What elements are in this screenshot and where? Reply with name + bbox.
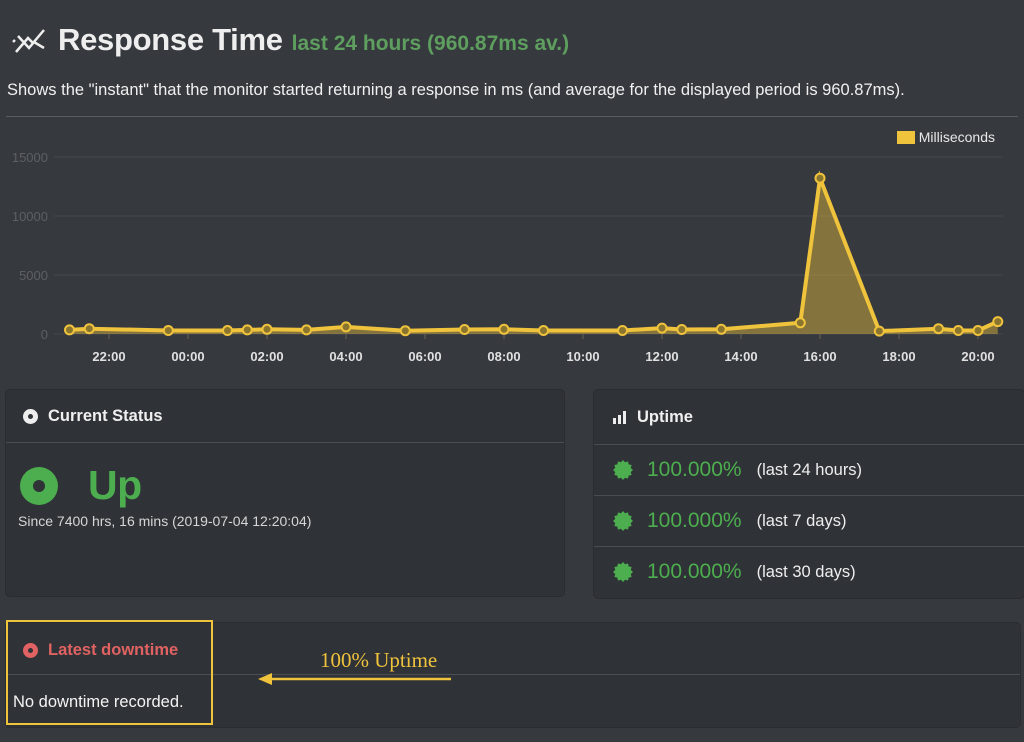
page-header: Response Time last 24 hours (960.87ms av…	[10, 22, 569, 58]
x-tick-label: 22:00	[92, 349, 125, 364]
series-area	[69, 178, 998, 334]
x-tick-label: 16:00	[803, 349, 836, 364]
data-point[interactable]	[992, 316, 1004, 328]
x-tick-label: 14:00	[724, 349, 757, 364]
annotation-highlight-box	[6, 620, 213, 725]
uptime-period: (last 7 days)	[756, 511, 847, 530]
data-point[interactable]	[64, 324, 75, 336]
uptime-row: 100.000% (last 7 days)	[613, 509, 846, 533]
uptime-period: (last 24 hours)	[756, 460, 863, 479]
legend-swatch	[896, 130, 915, 144]
uptime-percent: 100.000%	[647, 509, 742, 532]
data-point[interactable]	[162, 325, 174, 336]
y-tick-label: 0	[41, 327, 48, 342]
status-text: Up	[88, 462, 142, 508]
data-point[interactable]	[715, 323, 727, 335]
certificate-badge-icon	[613, 460, 633, 480]
data-point[interactable]	[814, 172, 826, 184]
current-status-title: Current Status	[48, 407, 163, 425]
bar-chart-icon	[613, 411, 628, 424]
uptime-panel: Uptime 100.000% (last 24 hours) 100.000%…	[594, 390, 1024, 598]
uptime-row: 100.000% (last 30 days)	[613, 560, 856, 584]
period-average-subtitle: last 24 hours (960.87ms av.)	[291, 32, 570, 55]
header-divider	[6, 116, 1018, 117]
x-tick-label: 04:00	[329, 349, 362, 364]
x-tick-label: 06:00	[408, 349, 441, 364]
certificate-badge-icon	[613, 511, 633, 531]
uptime-percent: 100.000%	[647, 458, 742, 481]
data-point[interactable]	[241, 324, 253, 336]
x-tick-label: 10:00	[566, 349, 599, 364]
certificate-badge-icon	[613, 562, 633, 582]
response-time-chart[interactable]: 0 5000 10000 15000 22:00 00:00 02:00 04:00 06:00…	[0, 118, 1024, 378]
page-title: Response Time	[58, 22, 283, 57]
data-point[interactable]	[399, 325, 411, 337]
data-point[interactable]	[261, 323, 273, 335]
panel-divider	[6, 442, 564, 443]
data-point[interactable]	[972, 325, 984, 336]
uptime-title: Uptime	[637, 408, 693, 426]
panel-divider	[594, 495, 1024, 496]
data-point[interactable]	[222, 325, 233, 336]
x-tick-label: 02:00	[250, 349, 283, 364]
data-point[interactable]	[676, 324, 688, 335]
x-tick-label: 00:00	[171, 349, 204, 364]
uptime-period: (last 30 days)	[756, 562, 856, 581]
x-tick-label: 20:00	[961, 349, 994, 364]
uptime-percent: 100.000%	[647, 560, 742, 583]
status-since: Since 7400 hrs, 16 mins (2019-07-04 12:2…	[18, 513, 312, 529]
legend-label: Milliseconds	[918, 129, 995, 145]
data-point[interactable]	[340, 321, 352, 333]
y-tick-label: 15000	[12, 150, 48, 165]
data-point[interactable]	[656, 322, 668, 334]
x-tick-label: 12:00	[645, 349, 678, 364]
chart-legend[interactable]: Milliseconds	[896, 129, 995, 145]
y-tick-label: 5000	[19, 268, 48, 283]
data-point[interactable]	[83, 323, 95, 335]
data-point[interactable]	[538, 325, 549, 336]
status-indicator: Up	[20, 462, 142, 509]
data-point[interactable]	[873, 325, 885, 337]
x-tick-label: 18:00	[882, 349, 915, 364]
chart-description: Shows the "instant" that the monitor sta…	[7, 81, 905, 99]
line-chart-icon	[12, 29, 45, 53]
status-up-icon	[20, 466, 58, 505]
panel-divider	[594, 444, 1024, 445]
uptime-header: Uptime	[613, 408, 1024, 427]
annotation-text: 100% Uptime	[320, 648, 438, 672]
data-point[interactable]	[498, 323, 510, 335]
dot-circle-icon	[23, 409, 38, 424]
data-point[interactable]	[617, 325, 628, 336]
panel-divider	[594, 546, 1024, 547]
data-point[interactable]	[459, 324, 470, 335]
x-tick-label: 08:00	[487, 349, 520, 364]
data-point[interactable]	[301, 324, 312, 336]
data-point[interactable]	[933, 323, 944, 335]
data-point[interactable]	[794, 317, 806, 329]
current-status-header: Current Status	[23, 407, 564, 426]
data-point[interactable]	[952, 325, 964, 336]
uptime-row: 100.000% (last 24 hours)	[613, 458, 862, 482]
y-tick-label: 10000	[12, 209, 48, 224]
arrow-left-icon	[258, 673, 451, 685]
